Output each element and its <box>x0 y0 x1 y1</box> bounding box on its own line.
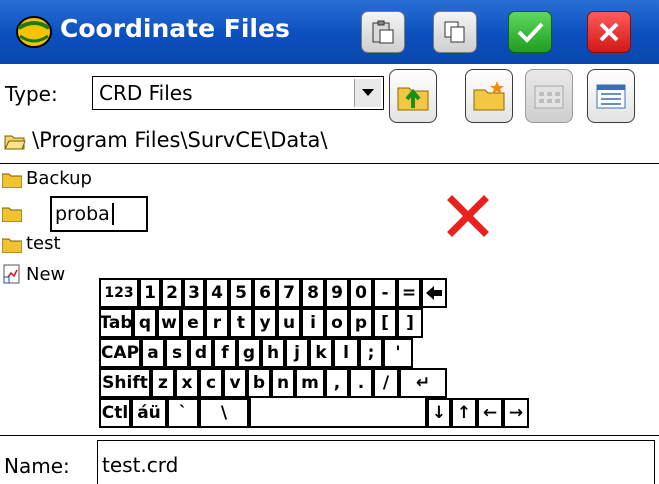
key-u[interactable]: u <box>277 308 301 338</box>
key-n[interactable]: n <box>271 368 295 398</box>
soft-keyboard: 123 1 2 3 4 5 6 7 8 9 0 - = Tab q w e r … <box>99 278 576 434</box>
key-8[interactable]: 8 <box>301 278 325 308</box>
key-right-bracket[interactable]: ] <box>397 308 423 338</box>
folder-up-button[interactable] <box>389 69 437 123</box>
key-3[interactable]: 3 <box>183 278 205 308</box>
key-s[interactable]: s <box>165 338 189 368</box>
cancel-button[interactable] <box>587 11 631 53</box>
key-123[interactable]: 123 <box>99 278 139 308</box>
key-arrow-left[interactable]: ← <box>477 398 503 428</box>
folder-icon <box>2 238 22 253</box>
key-enter[interactable]: ↵ <box>399 368 447 398</box>
key-y[interactable]: y <box>253 308 277 338</box>
key-o[interactable]: o <box>325 308 349 338</box>
key-m[interactable]: m <box>295 368 325 398</box>
key-ctl[interactable]: Ctl <box>99 398 131 428</box>
copy-button[interactable] <box>433 11 477 53</box>
key-g[interactable]: g <box>237 338 261 368</box>
key-5[interactable]: 5 <box>229 278 253 308</box>
open-folder-icon <box>4 135 26 150</box>
chevron-down-icon[interactable] <box>354 79 381 107</box>
key-z[interactable]: z <box>151 368 175 398</box>
key-left-bracket[interactable]: [ <box>373 308 397 338</box>
key-tab[interactable]: Tab <box>99 308 133 338</box>
key-h[interactable]: h <box>261 338 285 368</box>
window-title: Coordinate Files <box>60 14 290 43</box>
list-view-button[interactable] <box>587 69 635 123</box>
key-shift[interactable]: Shift <box>99 368 151 398</box>
key-7[interactable]: 7 <box>277 278 301 308</box>
details-view-icon <box>596 84 626 109</box>
key-arrow-right[interactable]: → <box>503 398 529 428</box>
key-l[interactable]: l <box>333 338 359 368</box>
key-minus[interactable]: - <box>373 278 397 308</box>
key-semicolon[interactable]: ; <box>359 338 383 368</box>
folder-icon <box>2 173 22 188</box>
key-d[interactable]: d <box>189 338 213 368</box>
grid-view-icon <box>534 85 564 109</box>
ok-button[interactable] <box>508 11 552 53</box>
copy-icon <box>444 21 465 43</box>
key-b[interactable]: b <box>247 368 271 398</box>
key-e[interactable]: e <box>181 308 205 338</box>
key-quote[interactable]: ' <box>383 338 413 368</box>
paste-icon <box>372 20 394 44</box>
new-folder-button[interactable] <box>465 69 513 123</box>
key-r[interactable]: r <box>205 308 229 338</box>
key-v[interactable]: v <box>223 368 247 398</box>
key-2[interactable]: 2 <box>161 278 183 308</box>
key-k[interactable]: k <box>309 338 333 368</box>
key-arrow-down[interactable]: ↓ <box>427 398 451 428</box>
key-i[interactable]: i <box>301 308 325 338</box>
key-slash[interactable]: / <box>373 368 399 398</box>
key-q[interactable]: q <box>133 308 157 338</box>
key-x[interactable]: x <box>175 368 199 398</box>
current-path: \Program Files\SurvCE\Data\ <box>32 128 328 152</box>
folder-icon <box>2 207 22 222</box>
key-space[interactable] <box>249 398 427 428</box>
key-caps[interactable]: CAP <box>99 338 141 368</box>
key-c[interactable]: c <box>199 368 223 398</box>
paste-button[interactable] <box>361 11 405 53</box>
key-backslash[interactable]: \ <box>199 398 249 428</box>
type-label: Type: <box>5 82 58 106</box>
key-comma[interactable]: , <box>325 368 349 398</box>
key-6[interactable]: 6 <box>253 278 277 308</box>
new-folder-icon <box>473 81 505 111</box>
invalid-mark-icon <box>447 195 489 237</box>
backspace-key[interactable] <box>421 278 447 308</box>
key-4[interactable]: 4 <box>205 278 229 308</box>
folder-up-icon <box>397 87 429 111</box>
rename-input[interactable]: proba <box>50 196 148 232</box>
key-intl[interactable]: áü <box>131 398 167 428</box>
key-period[interactable]: . <box>349 368 373 398</box>
close-icon <box>599 22 619 42</box>
key-f[interactable]: f <box>213 338 237 368</box>
key-t[interactable]: t <box>229 308 253 338</box>
key-p[interactable]: p <box>349 308 373 338</box>
key-a[interactable]: a <box>141 338 165 368</box>
key-0[interactable]: 0 <box>349 278 373 308</box>
file-type-value: CRD Files <box>99 81 193 105</box>
icon-view-button[interactable] <box>525 69 573 123</box>
key-9[interactable]: 9 <box>325 278 349 308</box>
checkmark-icon <box>517 22 544 43</box>
key-w[interactable]: w <box>157 308 181 338</box>
key-equals[interactable]: = <box>397 278 421 308</box>
key-1[interactable]: 1 <box>139 278 161 308</box>
app-logo-icon <box>16 16 52 48</box>
file-name-input[interactable]: test.crd <box>97 440 655 484</box>
file-type-select[interactable]: CRD Files <box>92 76 384 110</box>
key-j[interactable]: j <box>285 338 309 368</box>
name-label: Name: <box>4 454 70 478</box>
key-backtick[interactable]: ` <box>167 398 199 428</box>
backspace-icon <box>426 286 442 300</box>
key-arrow-up[interactable]: ↑ <box>451 398 477 428</box>
shortcut-file-icon <box>3 264 20 284</box>
